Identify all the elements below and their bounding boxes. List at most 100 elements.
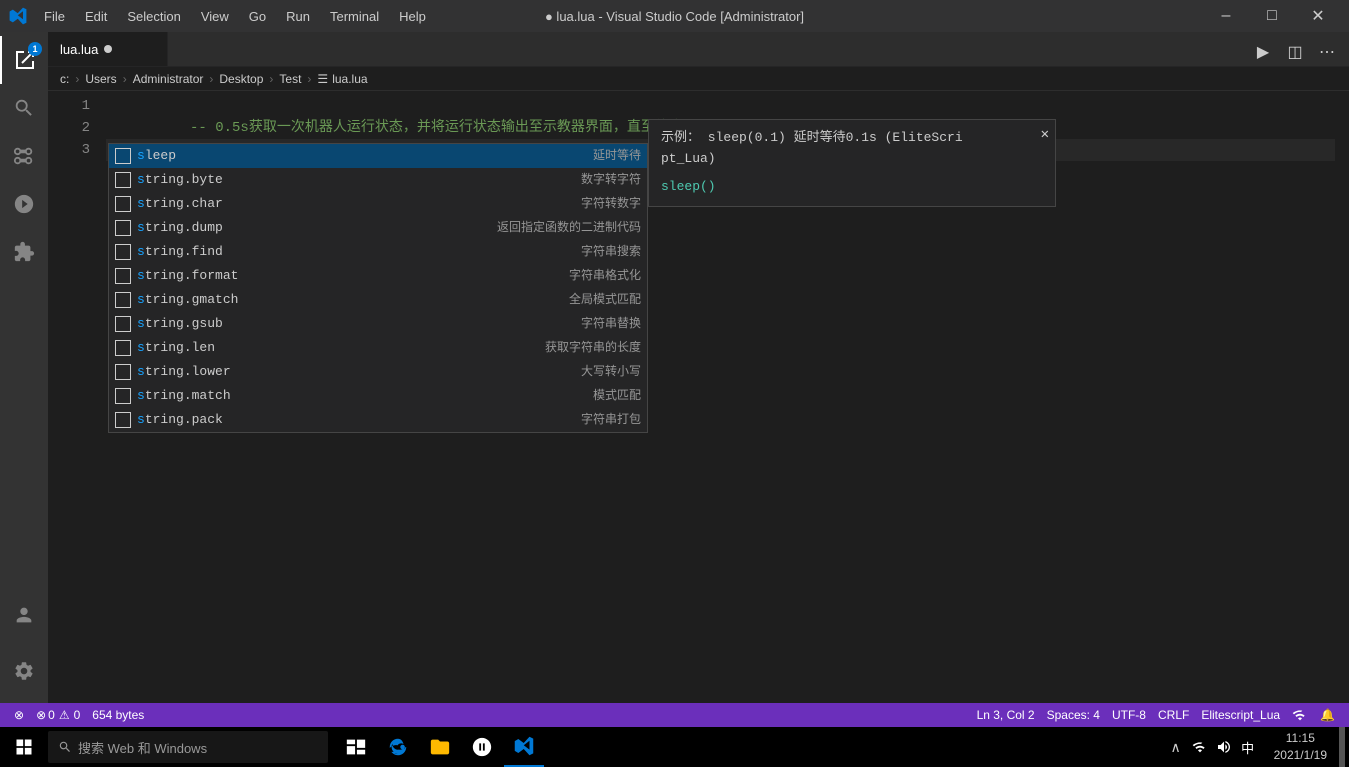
edge-button[interactable] [378, 727, 418, 767]
ac-item-string-char[interactable]: string.char 字符转数字 [109, 192, 647, 216]
taskbar-search[interactable]: 搜索 Web 和 Windows [48, 731, 328, 763]
activity-search-icon[interactable] [0, 84, 48, 132]
tray-ime[interactable]: 中 [1238, 737, 1258, 757]
show-desktop-button[interactable] [1339, 727, 1345, 767]
minimize-button[interactable]: – [1203, 0, 1249, 32]
more-actions-button[interactable]: ⋯ [1313, 38, 1341, 66]
ac-item-string-pack[interactable]: string.pack 字符串打包 [109, 408, 647, 432]
status-remote-icon[interactable]: ⊗ [8, 703, 30, 727]
ac-desc-string-find: 字符串搜索 [581, 241, 641, 263]
run-button[interactable]: ▶ [1249, 38, 1277, 66]
editor-content[interactable]: 1 2 3 -- 0.5s获取一次机器人运行状态，并将运行状态输出至示教器界面，… [48, 91, 1349, 703]
file-explorer-button[interactable] [420, 727, 460, 767]
task-view-icon [345, 736, 367, 758]
ac-icon-string-len [115, 340, 131, 356]
ac-icon-string-char [115, 196, 131, 212]
ac-label-string-format: string.format [137, 265, 569, 287]
status-file-size[interactable]: 654 bytes [86, 703, 150, 727]
breadcrumb-desktop[interactable]: Desktop [219, 72, 263, 86]
ac-item-string-len[interactable]: string.len 获取字符串的长度 [109, 336, 647, 360]
status-position[interactable]: Ln 3, Col 2 [971, 703, 1041, 727]
ac-item-string-byte[interactable]: string.byte 数字转字符 [109, 168, 647, 192]
activity-run-icon[interactable] [0, 180, 48, 228]
titlebar: File Edit Selection View Go Run Terminal… [0, 0, 1349, 32]
status-notification[interactable]: 🔔 [1314, 703, 1341, 727]
ac-item-string-dump[interactable]: string.dump 返回指定函数的二进制代码 [109, 216, 647, 240]
breadcrumb-sep3: › [209, 72, 213, 86]
status-eol[interactable]: CRLF [1152, 703, 1195, 727]
ac-icon-string-find [115, 244, 131, 260]
explorer-badge: 1 [28, 42, 42, 56]
ac-icon-string-gsub [115, 316, 131, 332]
start-button[interactable] [4, 727, 44, 767]
ac-desc-string-dump: 返回指定函数的二进制代码 [497, 217, 641, 239]
ac-desc-string-match: 模式匹配 [593, 385, 641, 407]
menu-selection[interactable]: Selection [119, 7, 188, 26]
menu-run[interactable]: Run [278, 7, 318, 26]
system-clock[interactable]: 11:15 2021/1/19 [1266, 730, 1335, 764]
breadcrumb-c[interactable]: c: [60, 72, 69, 86]
bell-icon: 🔔 [1320, 708, 1335, 722]
tooltip-close-button[interactable]: ✕ [1041, 124, 1049, 146]
clock-time: 11:15 [1286, 730, 1315, 747]
menu-help[interactable]: Help [391, 7, 434, 26]
status-encoding[interactable]: UTF-8 [1106, 703, 1152, 727]
status-spaces[interactable]: Spaces: 4 [1041, 703, 1106, 727]
store-button[interactable] [462, 727, 502, 767]
menu-terminal[interactable]: Terminal [322, 7, 387, 26]
line-num-3: 3 [48, 139, 90, 161]
line-num-2: 2 [48, 117, 90, 139]
breadcrumb-test[interactable]: Test [279, 72, 301, 86]
close-button[interactable]: ✕ [1295, 0, 1341, 32]
ac-item-string-match[interactable]: string.match 模式匹配 [109, 384, 647, 408]
activity-source-control-icon[interactable] [0, 132, 48, 180]
breadcrumb-filename[interactable]: lua.lua [332, 72, 367, 86]
ac-desc-string-gsub: 字符串替换 [581, 313, 641, 335]
ac-item-string-lower[interactable]: string.lower 大写转小写 [109, 360, 647, 384]
tab-lua-lua[interactable]: lua.lua [48, 32, 168, 66]
activity-explorer-icon[interactable]: 1 [0, 36, 48, 84]
ac-item-string-gsub[interactable]: string.gsub 字符串替换 [109, 312, 647, 336]
ac-item-sleep[interactable]: sleep 延时等待 [109, 144, 647, 168]
tab-bar: lua.lua ▶ ◫ ⋯ [48, 32, 1349, 67]
main-layout: 1 lua.lua ▶ ◫ [0, 32, 1349, 703]
activity-account-icon[interactable] [0, 591, 48, 639]
menu-go[interactable]: Go [241, 7, 274, 26]
scrollbar[interactable] [1335, 91, 1349, 703]
menu-view[interactable]: View [193, 7, 237, 26]
taskbar-pinned-apps [336, 727, 544, 767]
tray-chevron[interactable]: ∧ [1166, 737, 1186, 757]
ac-item-string-format[interactable]: string.format 字符串格式化 [109, 264, 647, 288]
status-language[interactable]: Elitescript_Lua [1195, 703, 1286, 727]
activity-extensions-icon[interactable] [0, 228, 48, 276]
ac-icon-string-lower [115, 364, 131, 380]
vscode-logo-icon [8, 6, 28, 26]
breadcrumb-sep2: › [123, 72, 127, 86]
status-errors[interactable]: ⊗ 0 ⚠ 0 [30, 703, 86, 727]
tray-network-icon[interactable] [1190, 737, 1210, 757]
activity-settings-icon[interactable] [0, 647, 48, 695]
breadcrumb-sep4: › [269, 72, 273, 86]
ac-item-string-gmatch[interactable]: string.gmatch 全局模式匹配 [109, 288, 647, 312]
volume-icon [1216, 739, 1232, 755]
error-count: 0 [48, 708, 55, 722]
system-tray: ∧ 中 [1158, 737, 1266, 757]
ac-icon-string-dump [115, 220, 131, 236]
task-view-button[interactable] [336, 727, 376, 767]
edge-icon [387, 736, 409, 758]
ac-label-string-char: string.char [137, 193, 581, 215]
tray-volume-icon[interactable] [1214, 737, 1234, 757]
vscode-taskbar-button[interactable] [504, 727, 544, 767]
maximize-button[interactable]: □ [1249, 0, 1295, 32]
editor-area: lua.lua ▶ ◫ ⋯ c: › Users › Administrator… [48, 32, 1349, 703]
breadcrumb-users[interactable]: Users [85, 72, 116, 86]
menu-file[interactable]: File [36, 7, 73, 26]
remote-icon: ⊗ [14, 708, 24, 722]
ac-label-string-dump: string.dump [137, 217, 497, 239]
status-remote-broadcast[interactable] [1286, 703, 1314, 727]
menu-edit[interactable]: Edit [77, 7, 115, 26]
ac-item-string-find[interactable]: string.find 字符串搜索 [109, 240, 647, 264]
breadcrumb-admin[interactable]: Administrator [133, 72, 204, 86]
autocomplete-dropdown[interactable]: sleep 延时等待 string.byte 数字转字符 string.char… [108, 143, 648, 433]
split-editor-button[interactable]: ◫ [1281, 38, 1309, 66]
